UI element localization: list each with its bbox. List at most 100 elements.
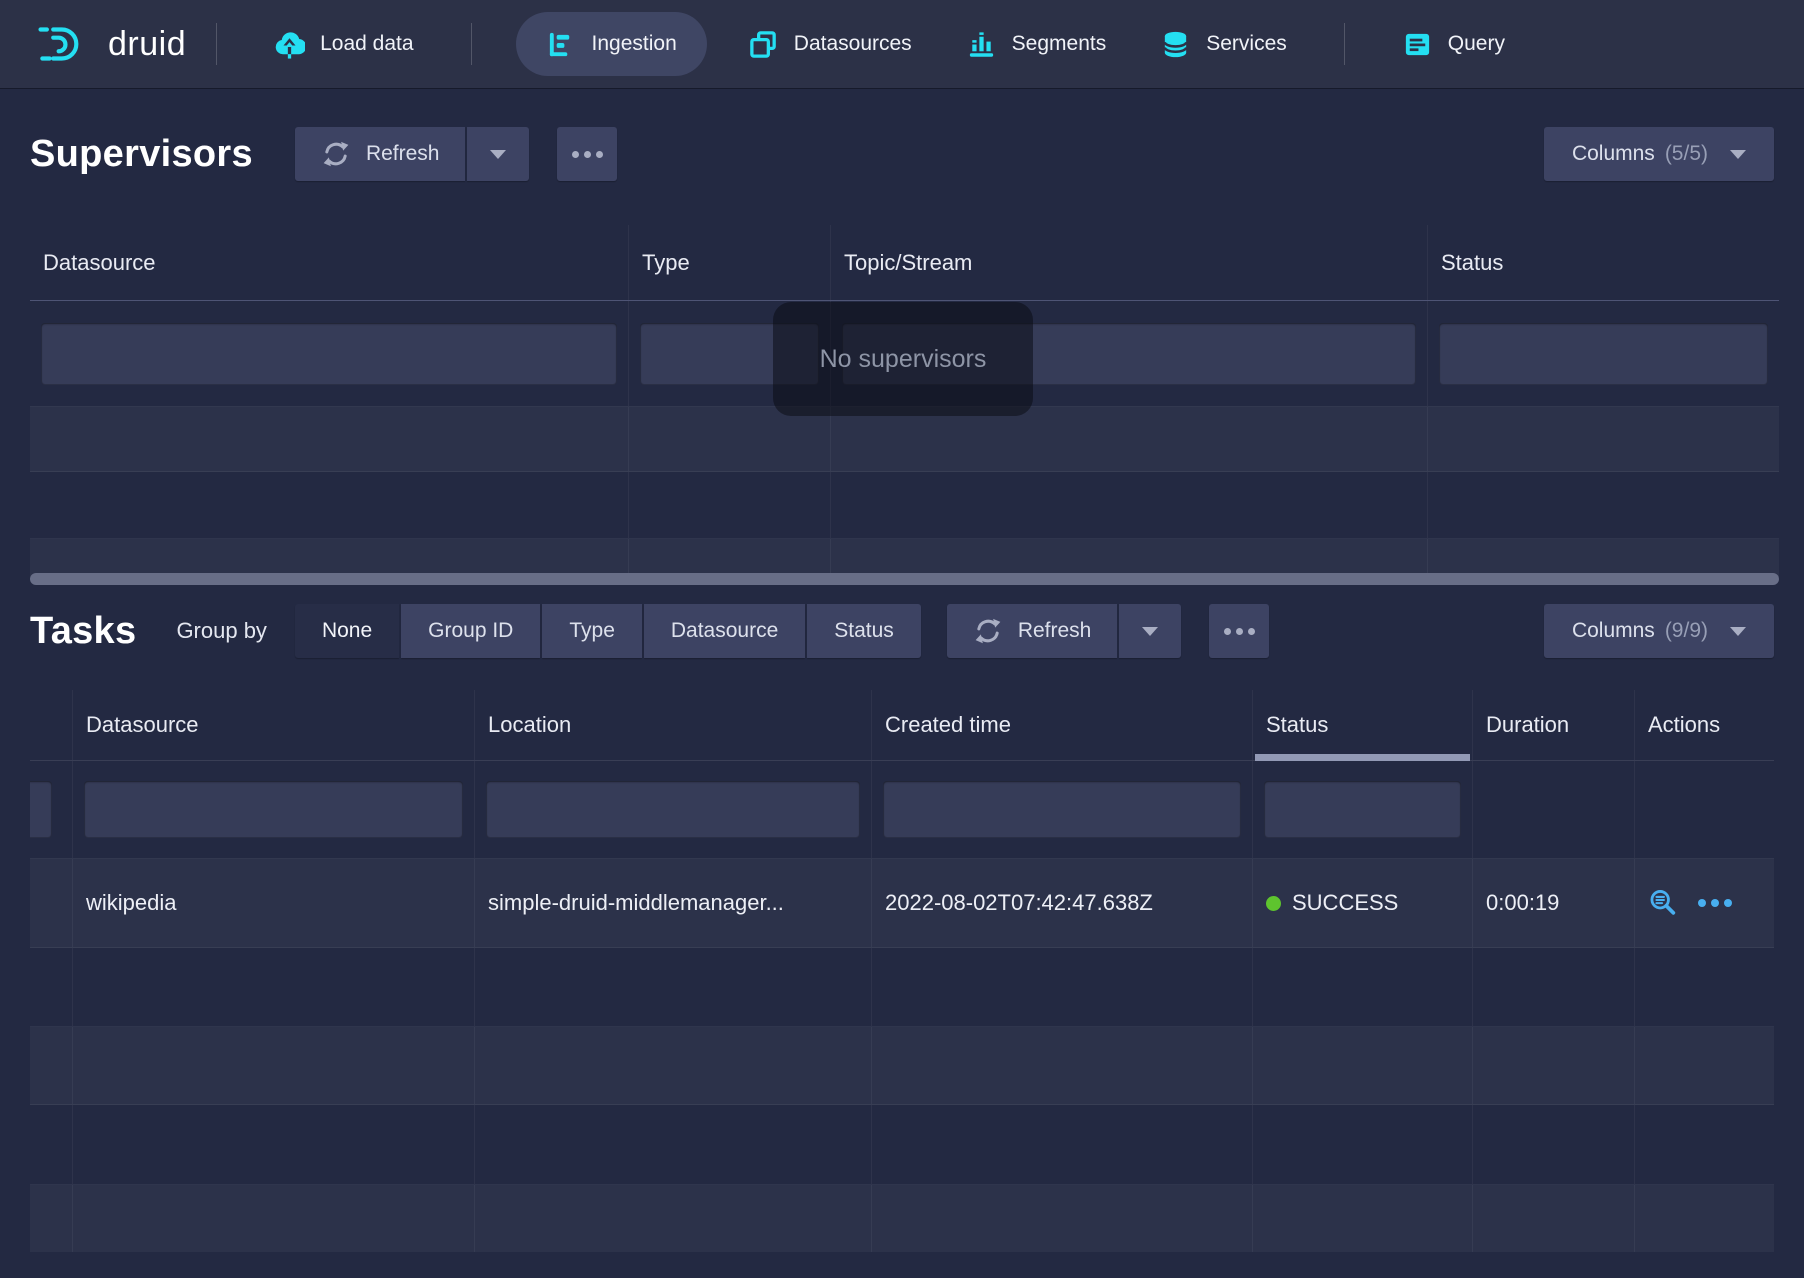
success-status-dot bbox=[1266, 896, 1281, 911]
no-supervisors-overlay: No supervisors bbox=[773, 302, 1033, 416]
tasks-table: Datasource Location Created time Status … bbox=[30, 690, 1774, 1252]
task-row: wikipedia simple-druid-middlemanager... … bbox=[30, 859, 1774, 948]
cloud-upload-icon bbox=[274, 29, 305, 60]
tasks-refresh-interval-button[interactable] bbox=[1119, 604, 1181, 658]
navbar-divider bbox=[471, 23, 472, 65]
datasource-cell: wikipedia bbox=[73, 859, 475, 947]
empty-row bbox=[30, 539, 1779, 577]
supervisors-title: Supervisors bbox=[30, 133, 253, 176]
chevron-down-icon bbox=[1730, 150, 1746, 159]
more-dots-icon bbox=[572, 151, 579, 158]
column-header-datasource[interactable]: Datasource bbox=[73, 690, 475, 760]
empty-message: No supervisors bbox=[820, 345, 987, 374]
tasks-refresh-button[interactable]: Refresh bbox=[947, 604, 1118, 658]
created-time-filter-input[interactable] bbox=[883, 781, 1241, 838]
empty-row bbox=[30, 1105, 1774, 1185]
column-header-type[interactable]: Type bbox=[629, 225, 831, 300]
more-dots-icon bbox=[1224, 628, 1231, 635]
logo-text: druid bbox=[108, 25, 186, 64]
column-header-location[interactable]: Location bbox=[475, 690, 872, 760]
group-by-group-id-button[interactable]: Group ID bbox=[401, 604, 540, 658]
column-header-blank bbox=[30, 690, 73, 760]
columns-count: (9/9) bbox=[1665, 619, 1708, 643]
tasks-toolbar: Tasks Group by None Group ID Type Dataso… bbox=[30, 602, 1774, 660]
status-filter-input[interactable] bbox=[1264, 781, 1461, 838]
group-by-datasource-button[interactable]: Datasource bbox=[644, 604, 805, 658]
status-filter-input[interactable] bbox=[1439, 323, 1768, 385]
nav-item-label: Services bbox=[1206, 32, 1287, 56]
column-header-topic-stream[interactable]: Topic/Stream bbox=[831, 225, 1428, 300]
status-text: SUCCESS bbox=[1292, 890, 1398, 916]
supervisors-refresh-interval-button[interactable] bbox=[467, 127, 529, 181]
empty-row bbox=[30, 1185, 1774, 1252]
group-by-segmented-control: None Group ID Type Datasource Status bbox=[295, 604, 921, 658]
group-by-type-button[interactable]: Type bbox=[542, 604, 642, 658]
sort-indicator bbox=[1255, 754, 1470, 761]
nav-item-label: Datasources bbox=[794, 32, 912, 56]
supervisors-refresh-button[interactable]: Refresh bbox=[295, 127, 466, 181]
nav-item-label: Ingestion bbox=[592, 32, 677, 56]
inspect-task-icon[interactable] bbox=[1648, 888, 1678, 918]
column-header-duration[interactable]: Duration bbox=[1473, 690, 1635, 760]
tasks-more-button[interactable] bbox=[1209, 604, 1269, 658]
task-id-filter-input[interactable] bbox=[30, 781, 52, 838]
datasource-filter-input[interactable] bbox=[41, 323, 617, 385]
empty-row bbox=[30, 1027, 1774, 1105]
column-header-status[interactable]: Status bbox=[1428, 225, 1779, 300]
chevron-down-icon bbox=[1142, 627, 1158, 636]
tasks-filter-row bbox=[30, 761, 1774, 859]
empty-row bbox=[30, 407, 1779, 472]
actions-cell bbox=[1635, 859, 1774, 947]
query-document-icon bbox=[1402, 29, 1433, 60]
nav-item-datasources[interactable]: Datasources bbox=[721, 0, 939, 88]
supervisors-toolbar: Supervisors Refresh Columns (5/5) bbox=[30, 120, 1774, 188]
nav-item-segments[interactable]: Segments bbox=[939, 0, 1134, 88]
chevron-down-icon bbox=[1730, 627, 1746, 636]
column-header-datasource[interactable]: Datasource bbox=[30, 225, 629, 300]
columns-count: (5/5) bbox=[1665, 142, 1708, 166]
nav-item-query[interactable]: Query bbox=[1375, 0, 1532, 88]
ingestion-gantt-icon bbox=[546, 29, 577, 60]
druid-logo[interactable]: druid bbox=[36, 21, 186, 67]
nav-item-label: Segments bbox=[1012, 32, 1107, 56]
location-filter-input[interactable] bbox=[486, 781, 860, 838]
task-id-cell bbox=[30, 859, 73, 947]
nav-item-load-data[interactable]: Load data bbox=[247, 0, 440, 88]
supervisors-more-button[interactable] bbox=[557, 127, 617, 181]
empty-row bbox=[30, 948, 1774, 1027]
tasks-header-row: Datasource Location Created time Status … bbox=[30, 690, 1774, 761]
stacked-squares-icon bbox=[748, 29, 779, 60]
actions-filter-cell bbox=[1635, 761, 1774, 858]
columns-label: Columns bbox=[1572, 619, 1655, 643]
navbar-divider bbox=[1344, 23, 1345, 65]
supervisors-horizontal-scrollbar[interactable] bbox=[30, 573, 1779, 585]
refresh-icon bbox=[973, 616, 1003, 646]
column-header-status[interactable]: Status bbox=[1253, 690, 1473, 760]
refresh-label: Refresh bbox=[1018, 619, 1092, 643]
chevron-down-icon bbox=[490, 150, 506, 159]
column-header-actions[interactable]: Actions bbox=[1635, 690, 1774, 760]
supervisors-header-row: Datasource Type Topic/Stream Status bbox=[30, 225, 1779, 301]
top-navbar: druid Load data Ing bbox=[0, 0, 1804, 88]
nav-item-services[interactable]: Services bbox=[1133, 0, 1314, 88]
refresh-icon bbox=[321, 139, 351, 169]
bar-chart-icon bbox=[966, 29, 997, 60]
druid-logo-icon bbox=[36, 21, 94, 67]
duration-filter-cell bbox=[1473, 761, 1635, 858]
group-by-label: Group by bbox=[176, 618, 267, 644]
group-by-none-button[interactable]: None bbox=[295, 604, 399, 658]
duration-cell: 0:00:19 bbox=[1473, 859, 1635, 947]
tasks-title: Tasks bbox=[30, 610, 136, 653]
column-header-created-time[interactable]: Created time bbox=[872, 690, 1253, 760]
navbar-divider bbox=[216, 23, 217, 65]
tasks-columns-button[interactable]: Columns (9/9) bbox=[1544, 604, 1774, 658]
datasource-filter-input[interactable] bbox=[84, 781, 463, 838]
columns-label: Columns bbox=[1572, 142, 1655, 166]
task-actions-menu-icon[interactable] bbox=[1698, 899, 1732, 907]
supervisors-columns-button[interactable]: Columns (5/5) bbox=[1544, 127, 1774, 181]
empty-row bbox=[30, 472, 1779, 539]
group-by-status-button[interactable]: Status bbox=[807, 604, 921, 658]
database-icon bbox=[1160, 29, 1191, 60]
nav-item-ingestion[interactable]: Ingestion bbox=[516, 12, 707, 76]
status-cell: SUCCESS bbox=[1253, 859, 1473, 947]
